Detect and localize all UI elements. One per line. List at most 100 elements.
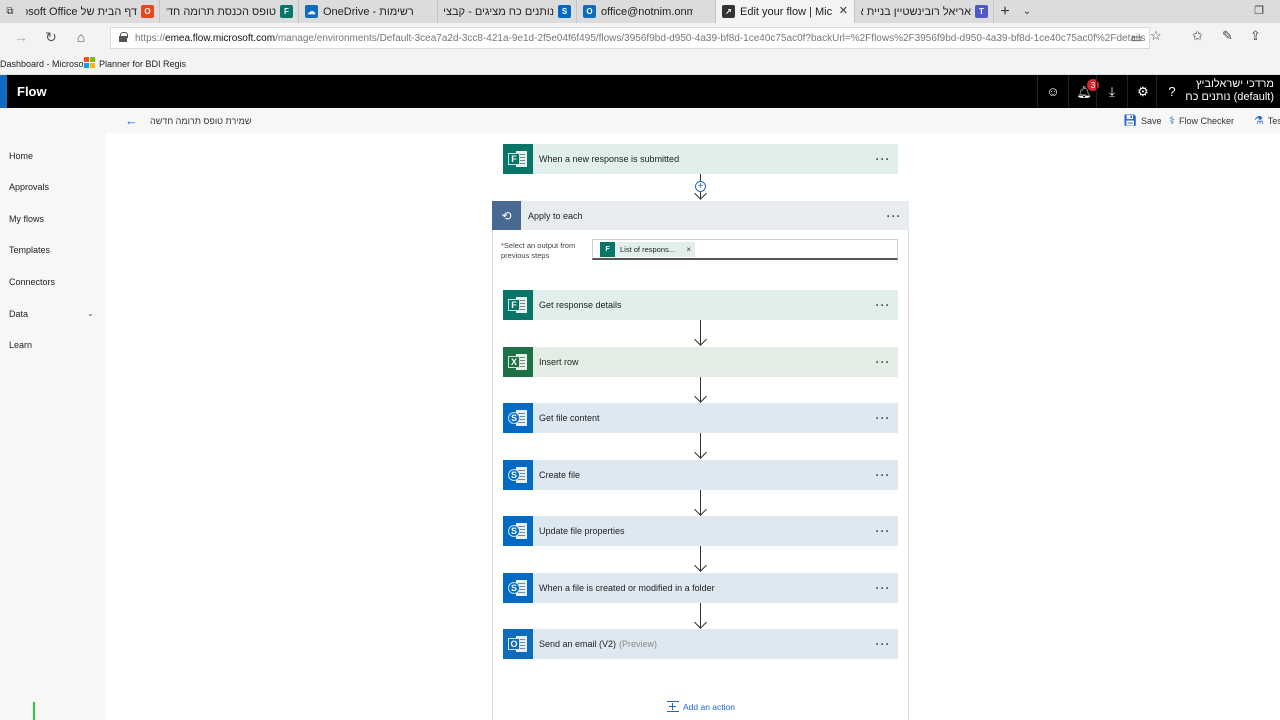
flow-checker-label: Flow Checker	[1178, 115, 1234, 126]
flow-checker-button[interactable]: ⚕ Flow Checker	[1169, 114, 1234, 127]
forms-icon: F	[600, 242, 615, 257]
action-card[interactable]: S Get file content ···	[503, 403, 898, 433]
more-options-icon[interactable]: ···	[868, 152, 898, 166]
address-bar: → ↻ ⌂ https://emea.flow.microsoft.com/ma…	[0, 23, 1280, 53]
url-protocol: https://	[135, 32, 166, 44]
action-label: Create file	[539, 470, 868, 480]
save-label: Save	[1140, 115, 1162, 126]
test-button[interactable]: ⚗ Tes	[1254, 114, 1280, 127]
refresh-icon[interactable]: ↻	[42, 29, 60, 46]
flow-icon: ↗	[722, 5, 735, 18]
more-options-icon[interactable]: ···	[868, 581, 898, 595]
apply-to-each-header[interactable]: ⟲ Apply to each ···	[492, 201, 909, 230]
settings-gear-icon[interactable]: ⚙	[1127, 75, 1158, 108]
pen-icon[interactable]: ✎	[1222, 28, 1233, 44]
stethoscope-icon: ⚕	[1169, 115, 1175, 127]
office-icon: O	[141, 5, 154, 18]
more-options-icon[interactable]: ···	[868, 411, 898, 425]
action-card[interactable]: S Update file properties ···	[503, 516, 898, 546]
dynamic-content-token[interactable]: F List of respons... ×	[600, 242, 695, 257]
nav-approvals[interactable]: Approvals	[9, 182, 49, 192]
app-title[interactable]: Flow	[17, 84, 47, 99]
nav-data[interactable]: Data	[9, 309, 28, 319]
browser-tab[interactable]: ↗ Edit your flow | Microso ✕	[716, 0, 855, 23]
nav-templates[interactable]: Templates	[9, 245, 50, 255]
chevron-down-icon[interactable]: ⌄	[87, 309, 94, 318]
action-label: Insert row	[539, 357, 868, 367]
user-account[interactable]: מרדכי ישראלוביץ נותנים כח (default)	[1185, 78, 1274, 104]
tab-dropdown-icon[interactable]: ⌄	[1016, 0, 1038, 23]
sharepoint-icon: S	[503, 460, 533, 490]
more-options-icon[interactable]: ···	[868, 524, 898, 538]
nav-learn[interactable]: Learn	[9, 340, 32, 350]
flow-name[interactable]: שמירת טופס תרומה חדשה	[150, 116, 251, 126]
lock-icon	[119, 32, 128, 42]
forward-icon[interactable]: →	[12, 29, 30, 45]
remove-token-icon[interactable]: ×	[686, 245, 691, 254]
back-arrow-icon[interactable]: ←	[125, 113, 138, 128]
command-bar: ← שמירת טופס תרומה חדשה 💾︎ Save ⚕ Flow C…	[0, 108, 1280, 133]
action-title: Send an email (V2)	[539, 639, 617, 649]
nav-connectors[interactable]: Connectors	[9, 277, 55, 287]
download-icon[interactable]: ⤓	[1096, 75, 1127, 108]
nav-my-flows[interactable]: My flows	[9, 214, 44, 224]
action-card[interactable]: O Send an email (V2) (Preview) ···	[503, 629, 898, 659]
share-icon[interactable]: ⇪	[1250, 28, 1261, 44]
more-options-icon[interactable]: ···	[868, 355, 898, 369]
browser-tab[interactable]: Ooffice@notnim.onmi - דואר	[577, 0, 716, 23]
microsoft-logo-icon	[84, 57, 95, 68]
forms-icon: F	[280, 5, 293, 18]
forms-icon: F	[503, 144, 533, 174]
nav-home[interactable]: Home	[9, 151, 33, 161]
reading-view-icon[interactable]: ▭	[1131, 31, 1142, 45]
restore-window-icon[interactable]: ❐	[1254, 4, 1264, 17]
url-field[interactable]: https://emea.flow.microsoft.com/manage/e…	[110, 27, 1150, 49]
tab-title: Edit your flow | Microso	[740, 5, 832, 18]
more-options-icon[interactable]: ···	[879, 209, 909, 223]
trigger-label: When a new response is submitted	[539, 154, 680, 164]
home-icon[interactable]: ⌂	[72, 29, 90, 45]
browser-tab[interactable]: F טופס הכנסת תרומה חדשה	[160, 0, 299, 23]
action-card[interactable]: F Get response details ···	[503, 290, 898, 320]
tab-title: OneDrive - תרומות רשימות	[323, 5, 415, 18]
feedback-smiley-icon[interactable]: ☺	[1037, 75, 1068, 108]
loop-icon: ⟲	[492, 201, 521, 230]
more-options-icon[interactable]: ···	[868, 468, 898, 482]
favorite-dashboard[interactable]: Dashboard - Microso	[0, 59, 84, 69]
browser-tab[interactable]: O דף הבית של Microsoft Office	[20, 0, 160, 23]
favorite-star-icon[interactable]: ☆	[1150, 28, 1162, 44]
more-options-icon[interactable]: ···	[868, 637, 898, 651]
save-button[interactable]: 💾︎ Save	[1123, 114, 1161, 127]
tab-actions-icon[interactable]: ⧉	[0, 0, 20, 23]
token-label: List of respons...	[620, 245, 676, 254]
action-card[interactable]: X Insert row ···	[503, 347, 898, 377]
action-card[interactable]: S Create file ···	[503, 460, 898, 490]
focus-indicator	[33, 702, 35, 720]
browser-tab[interactable]: S נותנים כח מציגים - קבצים מ	[438, 0, 577, 23]
action-label: Send an email (V2) (Preview)	[539, 639, 868, 649]
new-tab-icon[interactable]: +	[994, 0, 1016, 23]
browser-tab[interactable]: T אריאל רובינשטיין בניית אתר	[855, 0, 994, 23]
action-title: Get file content	[539, 413, 600, 423]
apply-to-each-label: Apply to each	[528, 210, 583, 221]
onedrive-icon: ☁	[305, 5, 318, 18]
favorites-hub-icon[interactable]: ✩	[1192, 28, 1203, 44]
tab-title: office@notnim.onmi - דואר	[601, 5, 693, 18]
trigger-card[interactable]: F When a new response is submitted ···	[503, 144, 898, 174]
favorite-planner[interactable]: Planner for BDI Regis	[99, 59, 186, 69]
help-icon[interactable]: ?	[1156, 75, 1187, 108]
notifications-bell-icon[interactable]: 🔔︎ 3	[1068, 75, 1099, 108]
action-title: When a file is created or modified in a …	[539, 583, 715, 593]
action-title: Create file	[539, 470, 581, 480]
test-flask-icon: ⚗	[1254, 115, 1264, 127]
app-header: Flow ☺ 🔔︎ 3 ⤓ ⚙ ? מרדכי ישראלוביץ נותנים…	[0, 75, 1280, 108]
add-action-button[interactable]: Add an action	[667, 701, 735, 712]
add-action-icon	[667, 701, 679, 712]
close-tab-icon[interactable]: ✕	[839, 4, 848, 17]
more-options-icon[interactable]: ···	[868, 298, 898, 312]
environment-name: נותנים כח (default)	[1185, 91, 1274, 103]
select-output-input[interactable]: F List of respons... ×	[592, 239, 898, 260]
select-output-text: Select an output from previous steps	[501, 241, 576, 260]
browser-tab[interactable]: ☁ OneDrive - תרומות רשימות	[299, 0, 438, 23]
action-card[interactable]: S When a file is created or modified in a…	[503, 573, 898, 603]
